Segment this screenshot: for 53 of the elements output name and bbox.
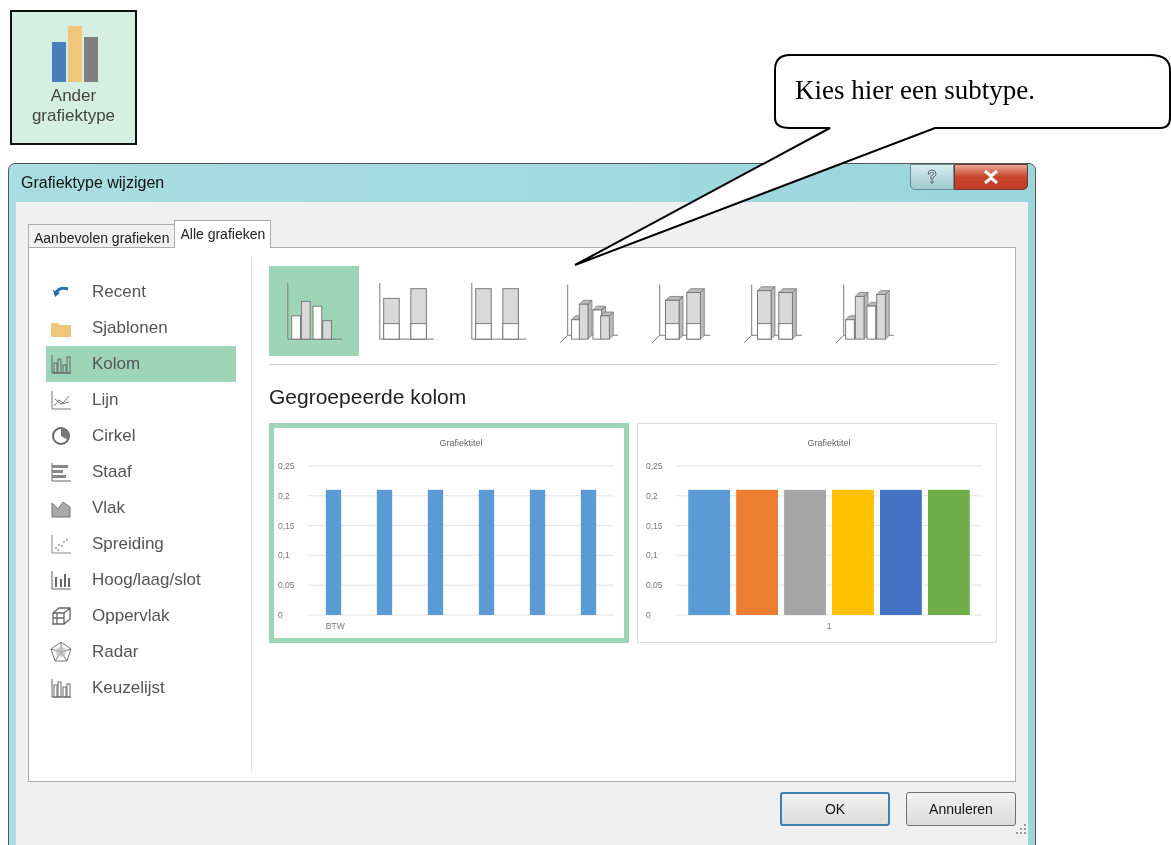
window-title: Grafiektype wijzigen <box>20 173 165 193</box>
sidebar-item[interactable]: Staaf <box>46 454 236 490</box>
help-icon <box>926 169 938 185</box>
radar-chart-icon <box>50 641 72 663</box>
sidebar-item[interactable]: Recent <box>46 274 236 310</box>
chart-preview[interactable]: Grafiektitel 0 0,05 0,1 0,15 0,2 0,25 1 <box>637 422 997 643</box>
sidebar-item[interactable]: Cirkel <box>46 418 236 454</box>
column-chart-icon <box>50 353 72 375</box>
chart-title: Grafiektitel <box>439 437 483 448</box>
axis-tick-label: 0,25 <box>278 460 295 471</box>
axis-category-label: 1 <box>826 620 832 631</box>
bar-chart-icon <box>50 461 72 483</box>
axis-tick-label: 0,1 <box>278 549 290 560</box>
sidebar-item[interactable]: Oppervlak <box>46 598 236 634</box>
help-button[interactable] <box>910 164 954 190</box>
stock-chart-icon <box>50 569 72 591</box>
ok-button[interactable]: OK <box>780 792 890 826</box>
sidebar-item[interactable]: Kolom <box>46 346 236 382</box>
axis-tick-label: 0 <box>646 609 651 620</box>
tab[interactable]: Aanbevolen grafieken <box>28 224 176 248</box>
sidebar-item[interactable]: Sjablonen <box>46 310 236 346</box>
sidebar-item[interactable]: Keuzelijst <box>46 670 236 706</box>
sidebar-item[interactable]: Hoog/laag/slot <box>46 562 236 598</box>
cancel-button[interactable]: Annuleren <box>906 792 1016 826</box>
scatter-chart-icon <box>50 533 72 555</box>
sidebar-item[interactable]: Vlak <box>46 490 236 526</box>
axis-tick-label: 0 <box>278 609 283 620</box>
axis-tick-label: 0,05 <box>278 579 295 590</box>
tab[interactable]: Alle grafieken <box>174 220 272 248</box>
combo-chart-icon <box>50 677 72 699</box>
sidebar-item[interactable]: Radar <box>46 634 236 670</box>
chart-preview[interactable]: Grafiektitel 0 0,05 0,1 0,15 0,2 0,25 BTW <box>269 422 629 643</box>
change-chart-type-button[interactable]: Ander grafiektype <box>10 10 137 145</box>
chart-subtype-button[interactable] <box>269 266 359 356</box>
sidebar-item[interactable]: Spreiding <box>46 526 236 562</box>
callout-text: Kies hier een subtype. <box>795 74 1035 107</box>
close-button[interactable] <box>954 164 1028 190</box>
axis-tick-label: 0,15 <box>646 520 663 531</box>
axis-tick-label: 0,15 <box>278 520 295 531</box>
subtype-heading: Gegroepeerde kolom <box>269 384 468 410</box>
axis-tick-label: 0,05 <box>646 579 663 590</box>
axis-tick-label: 0,2 <box>278 490 290 501</box>
line-chart-icon <box>50 389 72 411</box>
axis-category-label: BTW <box>325 620 345 631</box>
pie-chart-icon <box>50 425 72 447</box>
resize-grip-icon <box>1016 824 1026 834</box>
sidebar-item[interactable]: Lijn <box>46 382 236 418</box>
axis-tick-label: 0,1 <box>646 549 658 560</box>
surface-chart-icon <box>50 605 72 627</box>
close-icon <box>983 170 999 184</box>
axis-tick-label: 0,2 <box>646 490 658 501</box>
chart-title: Grafiektitel <box>807 437 851 448</box>
axis-tick-label: 0,25 <box>646 460 663 471</box>
